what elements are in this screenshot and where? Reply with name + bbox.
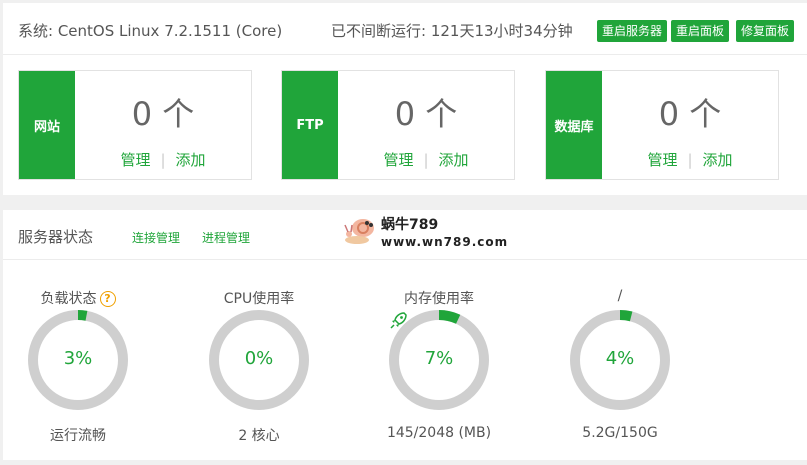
server-status-panel: 服务器状态 连接管理 进程管理 蜗牛789 www.wn789.com 负载状态… bbox=[3, 210, 807, 460]
memory-ring[interactable]: 7% bbox=[389, 310, 489, 410]
website-count: 0 个 bbox=[131, 95, 195, 133]
ftp-manage-link[interactable]: 管理 bbox=[383, 151, 413, 169]
ftp-count: 0 个 bbox=[394, 95, 458, 133]
watermark-name: 蜗牛789 bbox=[381, 217, 439, 233]
memory-gauge: 内存使用率 7% 145/2048 (MB) bbox=[364, 285, 514, 450]
website-add-link[interactable]: 添加 bbox=[176, 151, 206, 169]
load-gauge: 负载状态? 3% 运行流畅 bbox=[3, 285, 153, 450]
restart-panel-button[interactable]: 重启面板 bbox=[671, 20, 730, 42]
memory-caption: 145/2048 (MB) bbox=[386, 425, 492, 441]
database-card: 数据库 0 个 管理 | 添加 bbox=[545, 70, 779, 180]
load-ring[interactable]: 3% bbox=[28, 310, 128, 410]
cpu-value: 0% bbox=[244, 348, 274, 369]
load-caption: 运行流畅 bbox=[50, 428, 106, 444]
load-label: 负载状态 bbox=[40, 291, 97, 307]
disk-ring[interactable]: 4% bbox=[570, 310, 670, 410]
ftp-add-link[interactable]: 添加 bbox=[439, 151, 469, 169]
disk-gauge: / 4% 5.2G/150G bbox=[545, 285, 695, 450]
website-card: 网站 0 个 管理 | 添加 bbox=[18, 70, 252, 180]
connection-manage-link[interactable]: 连接管理 bbox=[132, 229, 180, 246]
card-tab-database: 数据库 bbox=[546, 71, 602, 179]
snail-logo-icon bbox=[344, 219, 374, 244]
website-manage-link[interactable]: 管理 bbox=[120, 151, 150, 169]
watermark-url: www.wn789.com bbox=[381, 235, 509, 249]
database-manage-link[interactable]: 管理 bbox=[647, 151, 677, 169]
memory-value: 7% bbox=[424, 348, 454, 369]
restart-server-button[interactable]: 重启服务器 bbox=[597, 20, 668, 42]
ftp-card: FTP 0 个 管理 | 添加 bbox=[281, 70, 515, 180]
overview-panel: 系统: CentOS Linux 7.2.1511 (Core) 已不间断运行:… bbox=[3, 3, 807, 195]
disk-label: / bbox=[617, 288, 623, 304]
system-info: 系统: CentOS Linux 7.2.1511 (Core) bbox=[18, 22, 283, 40]
cpu-ring[interactable]: 0% bbox=[209, 310, 309, 410]
rocket-icon[interactable] bbox=[389, 310, 409, 330]
memory-label: 内存使用率 bbox=[404, 291, 474, 307]
card-tab-website: 网站 bbox=[19, 71, 75, 179]
link-separator: | bbox=[687, 151, 693, 169]
uptime-info: 已不间断运行: 121天13小时34分钟 bbox=[331, 22, 573, 40]
disk-value: 4% bbox=[605, 348, 635, 369]
cpu-label: CPU使用率 bbox=[223, 291, 295, 307]
repair-panel-button[interactable]: 修复面板 bbox=[736, 20, 795, 42]
cpu-caption: 2 核心 bbox=[238, 428, 280, 444]
card-tab-ftp: FTP bbox=[282, 71, 338, 179]
database-add-link[interactable]: 添加 bbox=[703, 151, 733, 169]
status-title: 服务器状态 bbox=[18, 228, 94, 246]
load-value: 3% bbox=[63, 348, 93, 369]
watermark: 蜗牛789 www.wn789.com bbox=[343, 212, 507, 256]
link-separator: | bbox=[160, 151, 166, 169]
system-bar: 系统: CentOS Linux 7.2.1511 (Core) 已不间断运行:… bbox=[3, 3, 807, 55]
status-header: 服务器状态 连接管理 进程管理 蜗牛789 www.wn789.com bbox=[3, 210, 807, 260]
cpu-gauge: CPU使用率 0% 2 核心 bbox=[184, 285, 334, 450]
disk-caption: 5.2G/150G bbox=[582, 425, 658, 441]
process-manage-link[interactable]: 进程管理 bbox=[202, 229, 250, 246]
help-icon[interactable]: ? bbox=[99, 291, 116, 307]
link-separator: | bbox=[423, 151, 429, 169]
database-count: 0 个 bbox=[658, 95, 722, 133]
